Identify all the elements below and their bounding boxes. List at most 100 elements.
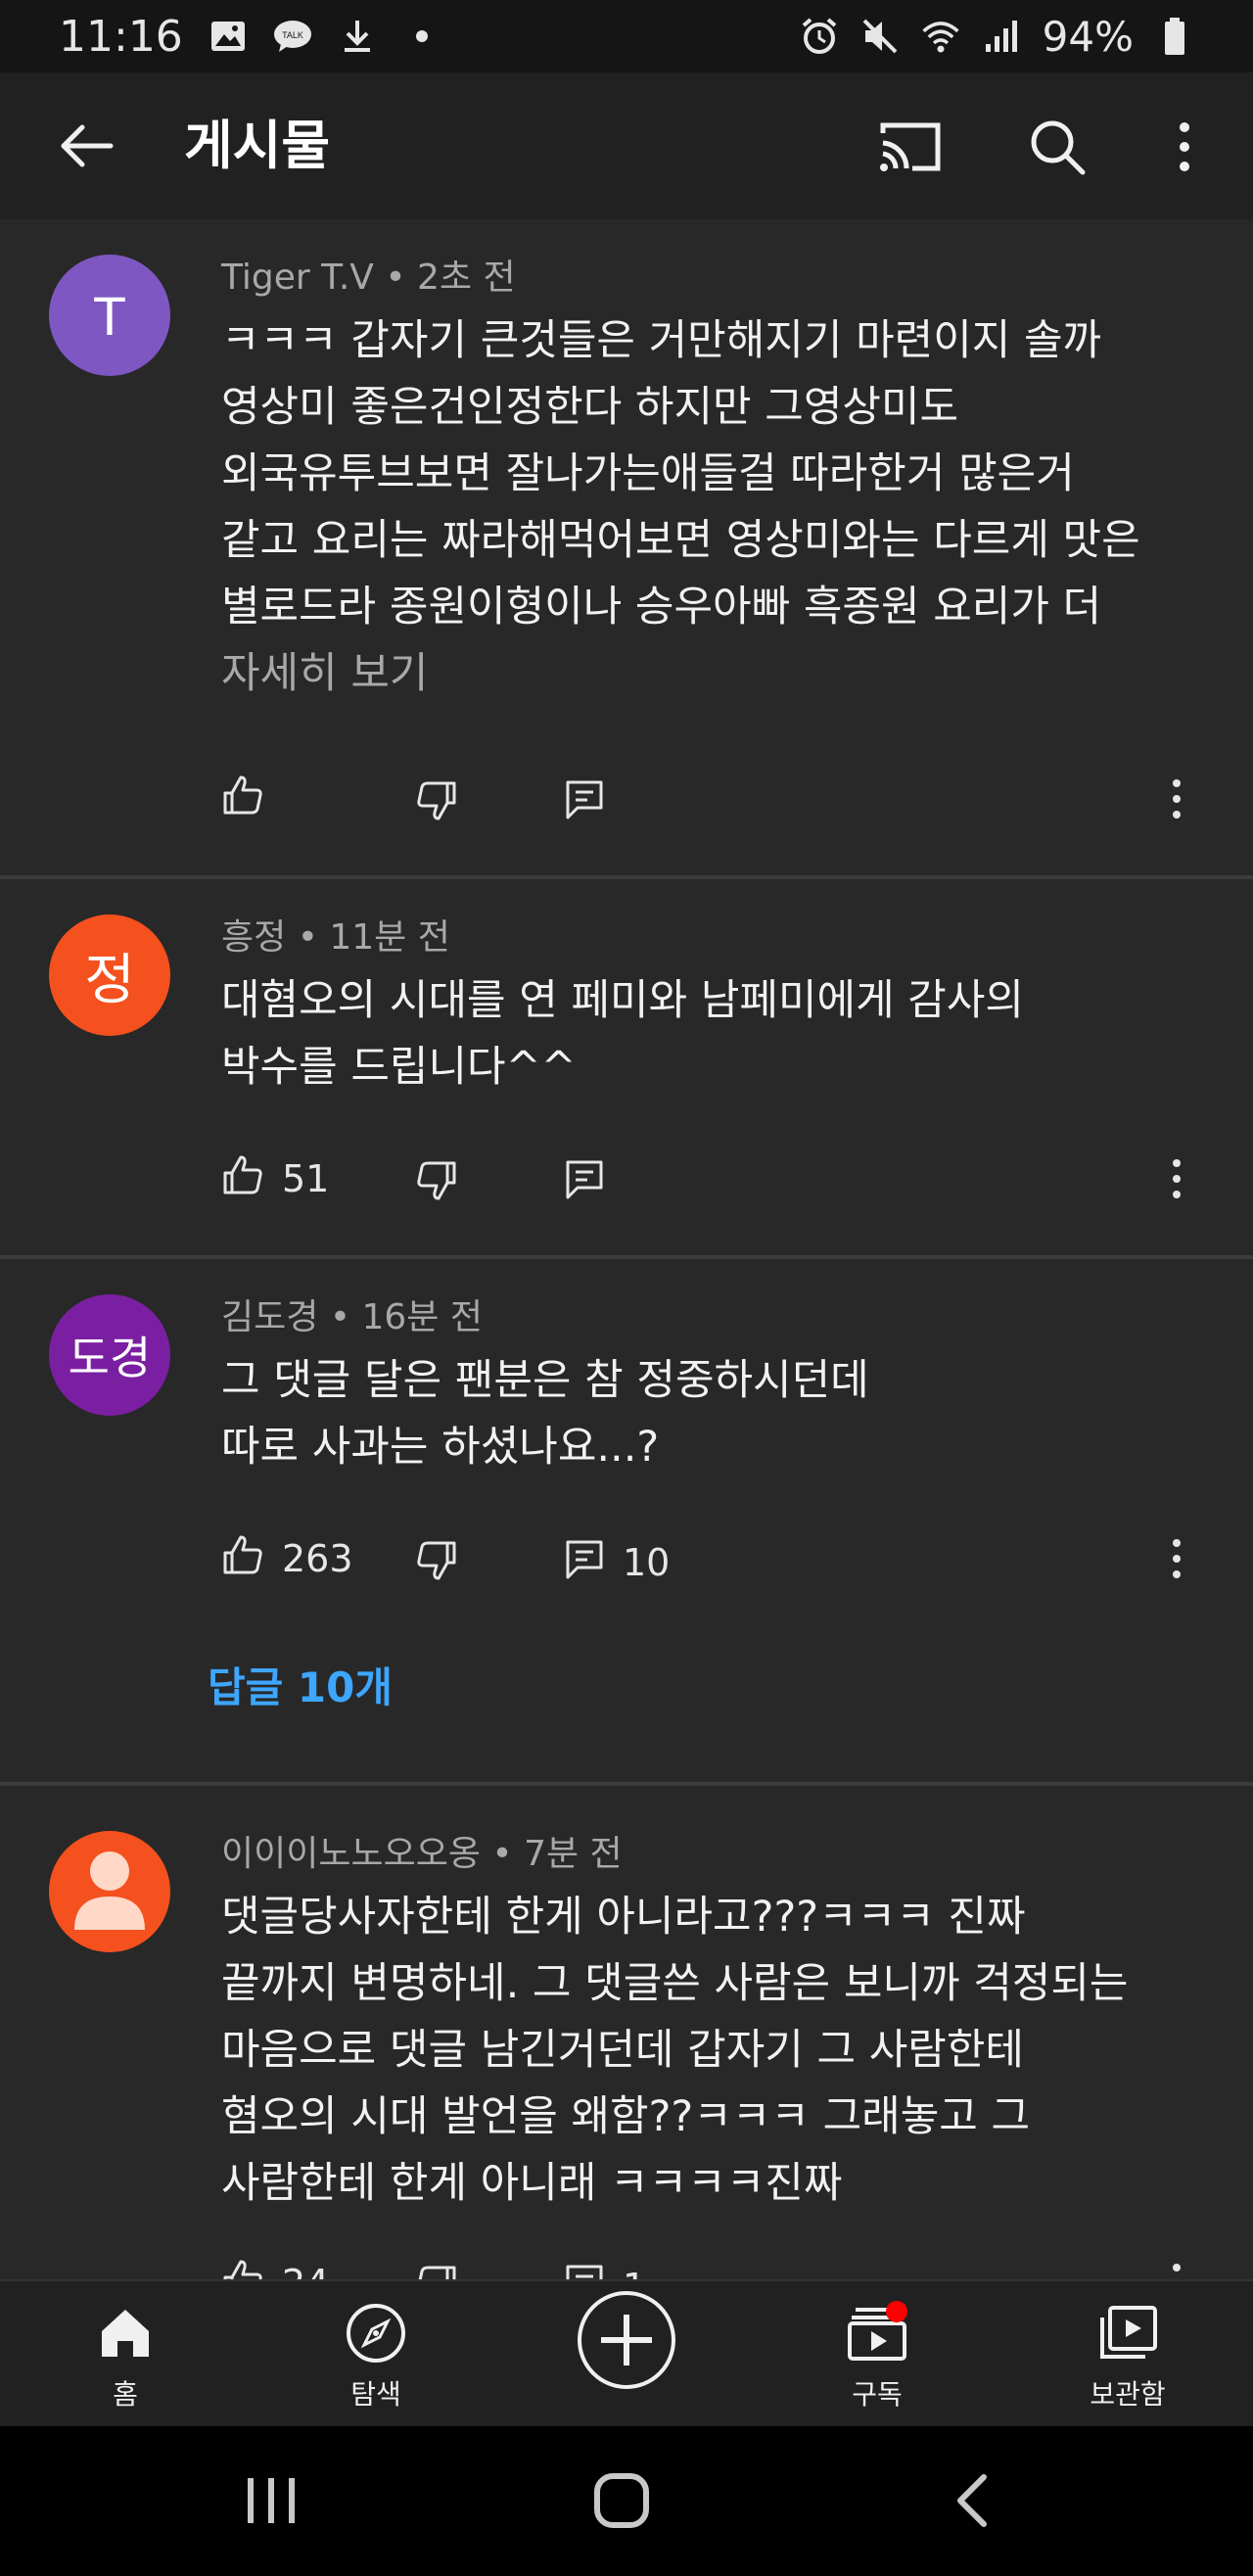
comment-actions: 263 10 bbox=[221, 1529, 1220, 1588]
comment-text: ㅋㅋㅋ 갑자기 큰것들은 거만해지기 마련이지 솔까 영상미 좋은건인정한다 하… bbox=[221, 316, 1140, 632]
more-vert-icon[interactable] bbox=[1145, 108, 1224, 186]
reply-button[interactable] bbox=[564, 773, 623, 832]
avatar[interactable]: 정 bbox=[49, 914, 170, 1036]
status-time: 11:16 bbox=[59, 11, 183, 62]
comment-menu-icon[interactable] bbox=[1157, 1529, 1196, 1588]
comment-author[interactable]: 흥정 bbox=[221, 917, 286, 958]
thumb-down-icon bbox=[415, 779, 458, 831]
avatar[interactable]: 도경 bbox=[49, 1294, 170, 1416]
comment-text: 대혐오의 시대를 연 페미와 남페미에게 감사의 박수를 드립니다^^ bbox=[221, 976, 1024, 1092]
like-button[interactable]: 263 bbox=[221, 1529, 353, 1588]
dislike-button[interactable] bbox=[415, 775, 458, 834]
alarm-icon bbox=[800, 17, 839, 56]
comment-menu-icon[interactable] bbox=[1157, 770, 1196, 828]
thumb-down-icon bbox=[415, 1539, 458, 1591]
comment-item: 도경 김도경 • 16분 전 그 댓글 달은 팬분은 참 정중하시던데 따로 사… bbox=[0, 1259, 1253, 1782]
default-avatar-icon bbox=[49, 1831, 170, 1952]
comment-actions bbox=[221, 770, 1220, 828]
avatar-letter: 도경 bbox=[68, 1332, 152, 1384]
battery-percent: 94% bbox=[1042, 12, 1134, 61]
dislike-button[interactable] bbox=[415, 1535, 458, 1594]
reply-button[interactable]: 10 bbox=[564, 1533, 670, 1592]
like-button[interactable]: 24 bbox=[221, 2254, 329, 2279]
thumb-up-icon bbox=[221, 2258, 264, 2279]
comment-meta: 김도경 • 16분 전 bbox=[221, 1297, 484, 1337]
comment-feed[interactable]: T Tiger T.V • 2초 전 ㅋㅋㅋ 갑자기 큰것들은 거만해지기 마련… bbox=[0, 219, 1253, 2279]
back-arrow-icon[interactable] bbox=[47, 112, 125, 180]
nav-label: 탐색 bbox=[350, 2378, 401, 2411]
thumb-down-icon bbox=[415, 1159, 458, 1211]
comment-actions: 24 1 bbox=[221, 2254, 1220, 2279]
explore-icon bbox=[342, 2299, 410, 2367]
like-button[interactable]: 51 bbox=[221, 1149, 329, 1208]
avatar[interactable] bbox=[49, 1831, 170, 1952]
comment-time: 11분 전 bbox=[329, 917, 450, 958]
avatar-letter: T bbox=[92, 284, 127, 347]
avatar-letter: 정 bbox=[84, 948, 135, 1012]
nav-create[interactable] bbox=[548, 2289, 705, 2407]
comment-author[interactable]: 이이이노노오오옹 bbox=[221, 1834, 481, 1874]
talk-icon: TALK bbox=[273, 17, 312, 56]
svg-text:TALK: TALK bbox=[282, 30, 303, 40]
nav-explore[interactable]: 탐색 bbox=[298, 2299, 454, 2416]
nav-label: 구독 bbox=[852, 2378, 903, 2411]
nav-home[interactable]: 홈 bbox=[47, 2299, 204, 2416]
thumb-up-icon bbox=[221, 1533, 264, 1585]
home-icon bbox=[91, 2299, 160, 2367]
reply-count: 10 bbox=[623, 1541, 671, 1584]
status-bar: 11:16 TALK 94% bbox=[0, 0, 1253, 72]
home-button-icon[interactable] bbox=[578, 2461, 666, 2540]
bottom-nav: 홈 탐색 구독 보관함 bbox=[0, 2279, 1253, 2426]
view-replies-link[interactable]: 답글 10개 bbox=[208, 1659, 393, 1717]
comment-item: 정 흥정 • 11분 전 대혐오의 시대를 연 페미와 남페미에게 감사의 박수… bbox=[0, 879, 1253, 1255]
read-more-link[interactable]: 자세히 보기 bbox=[221, 640, 428, 707]
library-icon bbox=[1093, 2299, 1162, 2367]
dislike-button[interactable] bbox=[415, 1155, 458, 1214]
comment-author[interactable]: Tiger T.V bbox=[221, 258, 374, 298]
system-nav-bar bbox=[0, 2426, 1253, 2576]
dislike-button[interactable] bbox=[415, 2260, 458, 2279]
avatar[interactable]: T bbox=[49, 255, 170, 376]
nav-subscriptions[interactable]: 구독 bbox=[799, 2299, 955, 2416]
comment-menu-icon[interactable] bbox=[1157, 2254, 1196, 2279]
comment-author[interactable]: 김도경 bbox=[221, 1297, 318, 1337]
like-count: 263 bbox=[282, 1537, 353, 1580]
notification-badge bbox=[886, 2301, 907, 2322]
nav-library[interactable]: 보관함 bbox=[1049, 2299, 1206, 2416]
comment-text: 그 댓글 달은 팬분은 참 정중하시던데 따로 사과는 하셨나요...? bbox=[221, 1356, 869, 1472]
like-button[interactable] bbox=[221, 770, 282, 828]
download-icon bbox=[338, 17, 377, 56]
wifi-icon bbox=[921, 17, 960, 56]
create-icon bbox=[576, 2289, 677, 2391]
reply-button[interactable] bbox=[564, 1153, 623, 1212]
comment-meta: 이이이노노오오옹 • 7분 전 bbox=[221, 1834, 623, 1874]
cast-icon[interactable] bbox=[871, 108, 950, 186]
search-icon[interactable] bbox=[1018, 108, 1096, 186]
nav-label: 홈 bbox=[113, 2378, 138, 2411]
like-count: 24 bbox=[282, 2262, 329, 2279]
like-count: 51 bbox=[282, 1157, 330, 1200]
comment-time: 7분 전 bbox=[524, 1834, 623, 1874]
comment-item: 이이이노노오오옹 • 7분 전 댓글당사자한테 한게 아니라고???ㅋㅋㅋ 진짜… bbox=[0, 1786, 1253, 2279]
reply-count: 1 bbox=[623, 2266, 646, 2279]
subscriptions-icon bbox=[843, 2299, 911, 2367]
comment-menu-icon[interactable] bbox=[1157, 1149, 1196, 1208]
battery-icon bbox=[1155, 17, 1194, 56]
thumb-up-icon bbox=[221, 1153, 264, 1205]
comment-item: T Tiger T.V • 2초 전 ㅋㅋㅋ 갑자기 큰것들은 거만해지기 마련… bbox=[0, 219, 1253, 875]
comment-time: 2초 전 bbox=[417, 258, 516, 298]
recent-apps-icon[interactable] bbox=[227, 2461, 315, 2540]
reply-button[interactable]: 1 bbox=[564, 2258, 646, 2279]
comment-text: 댓글당사자한테 한게 아니라고???ㅋㅋㅋ 진짜 끝까지 변명하네. 그 댓글쓴… bbox=[221, 1893, 1129, 2208]
thumb-up-icon bbox=[221, 773, 264, 825]
nav-label: 보관함 bbox=[1090, 2378, 1166, 2411]
thumb-down-icon bbox=[415, 2264, 458, 2279]
signal-icon bbox=[982, 17, 1021, 56]
gallery-icon bbox=[209, 17, 248, 56]
reply-icon bbox=[564, 778, 605, 828]
system-back-icon[interactable] bbox=[928, 2461, 1016, 2540]
comment-meta: Tiger T.V • 2초 전 bbox=[221, 258, 516, 298]
reply-icon bbox=[564, 1158, 605, 1208]
comment-time: 16분 전 bbox=[361, 1297, 484, 1337]
comment-meta: 흥정 • 11분 전 bbox=[221, 917, 450, 958]
